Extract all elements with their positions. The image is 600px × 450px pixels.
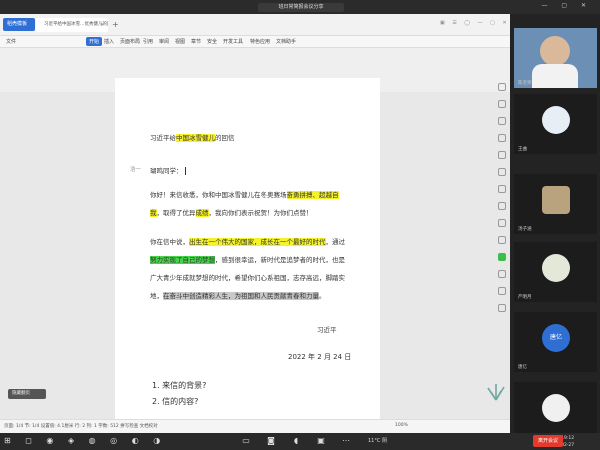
paragraph-2: 你在信中说，出生在一个伟大的国家，成长在一个最好的时代，通过努力实现了自己的梦想… [150, 233, 346, 305]
right-toolbar [495, 78, 509, 408]
p2-highlight-3: 在奋斗中创造精彩人生，为祖国和人民贡献青春和力量 [163, 292, 319, 300]
green-toolbar-icon[interactable] [498, 253, 506, 261]
screen-share-icon[interactable]: ▭ [241, 436, 251, 446]
toolbar-icon[interactable] [498, 287, 506, 295]
participant-tile[interactable]: 严明月 [514, 242, 597, 302]
zoom-level[interactable]: 100% [395, 423, 408, 428]
p1-text-b: ，取得了优异 [156, 209, 196, 217]
menu-developer[interactable]: 开发工具 [223, 38, 243, 45]
participant-name: 王曲 [518, 147, 527, 152]
menu-review[interactable]: 审阅 [159, 38, 169, 45]
menu-insert[interactable]: 插入 [104, 38, 114, 45]
status-info: 页面: 1/4 节: 1/4 设置值: 4.1厘米 行: 2 列: 1 字数: … [4, 424, 158, 429]
more-icon[interactable]: ⋯ [341, 436, 351, 446]
menu-doc-assistant[interactable]: 文档助手 [276, 38, 296, 45]
participant-tile[interactable]: 陈老师 [514, 28, 597, 88]
title-pre: 习近平给 [150, 134, 176, 142]
signature: 习近平 [317, 326, 337, 334]
document-title: 习近平给中国冰雪健儿的回信 [150, 132, 235, 142]
toolbar-icon[interactable] [498, 151, 506, 159]
participant-tile[interactable]: 唐亿 唐亿 [514, 312, 597, 372]
toolbar-icon[interactable] [498, 219, 506, 227]
leave-meeting-button[interactable]: 离开会议 [533, 435, 563, 447]
p2-highlight-2: 努力实现了自己的梦想 [150, 256, 215, 264]
participant-video-body [532, 64, 578, 88]
weather: 11°C 阴 [368, 438, 387, 444]
menu-security[interactable]: 安全 [207, 38, 217, 45]
participant-tile[interactable]: 王曲 [514, 94, 597, 154]
participant-name: 严明月 [518, 295, 532, 300]
window-controls-icon[interactable]: ▣ ☰ ◯ — ▢ ✕ [440, 20, 510, 26]
status-bar: 页面: 1/4 节: 1/4 设置值: 4.1厘米 行: 2 列: 1 字数: … [0, 419, 510, 433]
avatar [542, 106, 570, 134]
title-highlight: 中国冰雪健儿 [176, 134, 215, 142]
avatar-initials: 唐亿 [542, 324, 570, 352]
menu-layout[interactable]: 页面布局 [120, 38, 140, 45]
participant-name: 陈老师 [518, 81, 532, 86]
paragraph-1: 你好！来信收悉，你和中国冰雪健儿在冬奥赛场奋勇拼搏、超越自我，取得了优异成绩，我… [150, 186, 346, 222]
taskbar-app-icons[interactable]: ⊞ ◻ ◉ ◈ ◍ ◎ ◐ ◑ [4, 436, 166, 445]
toolbar-icon[interactable] [498, 168, 506, 176]
letter-date: 2022 年 2 月 24 日 [288, 353, 352, 361]
margin-label: 浩一 [130, 167, 142, 173]
meeting-title: 班日常简报会议分享 [258, 3, 344, 12]
p2-text-d: 。 [319, 292, 326, 300]
toolbar-icon[interactable] [498, 134, 506, 142]
p1-text-c: ，我向你们表示祝贺！为你们点赞！ [208, 209, 313, 217]
toolbar-icon[interactable] [498, 270, 506, 278]
avatar [542, 254, 570, 282]
camera-icon[interactable]: ◙ [266, 436, 276, 446]
app-logo[interactable]: 稻壳模板 [3, 18, 35, 31]
document-tab[interactable]: 习近平给中国冰雪…优秀健儿的回信 [36, 18, 108, 32]
question-2: 2. 信的内容? [152, 397, 199, 406]
toolbar-icon[interactable] [498, 117, 506, 125]
p1-highlight-2: 成绩 [195, 209, 209, 217]
tab-bar: 稻壳模板 习近平给中国冰雪…优秀健儿的回信 ✕ + ▣ ☰ ◯ — ▢ ✕ [0, 14, 510, 36]
toolbar-icon[interactable] [498, 202, 506, 210]
avatar [542, 394, 570, 422]
participant-tile[interactable]: 汤子涵 [514, 174, 597, 234]
menu-chapter[interactable]: 章节 [191, 38, 201, 45]
p1-text-a: 你好！来信收悉，你和中国冰雪健儿在冬奥赛场 [150, 191, 287, 199]
menu-references[interactable]: 引用 [143, 38, 153, 45]
menu-start[interactable]: 开始 [86, 37, 103, 46]
greeting: 瑚鸣同学： [150, 165, 188, 175]
avatar [542, 186, 570, 214]
close-tab-icon[interactable]: ✕ [100, 18, 104, 32]
toolbar-icon[interactable] [498, 236, 506, 244]
toolbar-icon[interactable] [498, 185, 506, 193]
window-controls[interactable]: — ▢ ✕ [541, 2, 592, 9]
participant-name: 汤子涵 [518, 227, 532, 232]
toolbar-icon[interactable] [498, 100, 506, 108]
participant-video-face [540, 36, 570, 66]
toolbar-icon[interactable] [498, 83, 506, 91]
p2-highlight-1: 出生在一个伟大的国家，成长在一个最好的时代 [189, 238, 326, 246]
p2-text-b: ，通过 [325, 238, 346, 246]
text-cursor [184, 167, 188, 175]
menu-bar: 文件 开始 插入 页面布局 引用 审阅 视图 章节 安全 开发工具 特色应用 文… [0, 36, 510, 48]
greeting-text: 瑚鸣同学： [150, 167, 183, 175]
participant-name: 唐亿 [518, 365, 527, 370]
plant-decoration-icon [487, 384, 505, 401]
new-tab-icon[interactable]: + [112, 18, 119, 32]
question-1: 1. 来信的背景? [152, 381, 207, 390]
chat-icon[interactable]: ▣ [316, 436, 326, 446]
participants-panel: 陈老师 王曲 汤子涵 严明月 唐亿 唐亿 [510, 14, 600, 442]
menu-file[interactable]: 文件 [6, 38, 16, 45]
menu-features[interactable]: 特色应用 [250, 38, 270, 45]
p2-text-a: 你在信中说， [150, 238, 189, 246]
mic-icon[interactable]: ◖ [291, 436, 301, 446]
menu-view[interactable]: 视图 [175, 38, 185, 45]
page-pill[interactable]: 隐藏翻页 [8, 389, 46, 399]
toolbar-icon[interactable] [498, 304, 506, 312]
title-post: 的回信 [215, 134, 235, 142]
